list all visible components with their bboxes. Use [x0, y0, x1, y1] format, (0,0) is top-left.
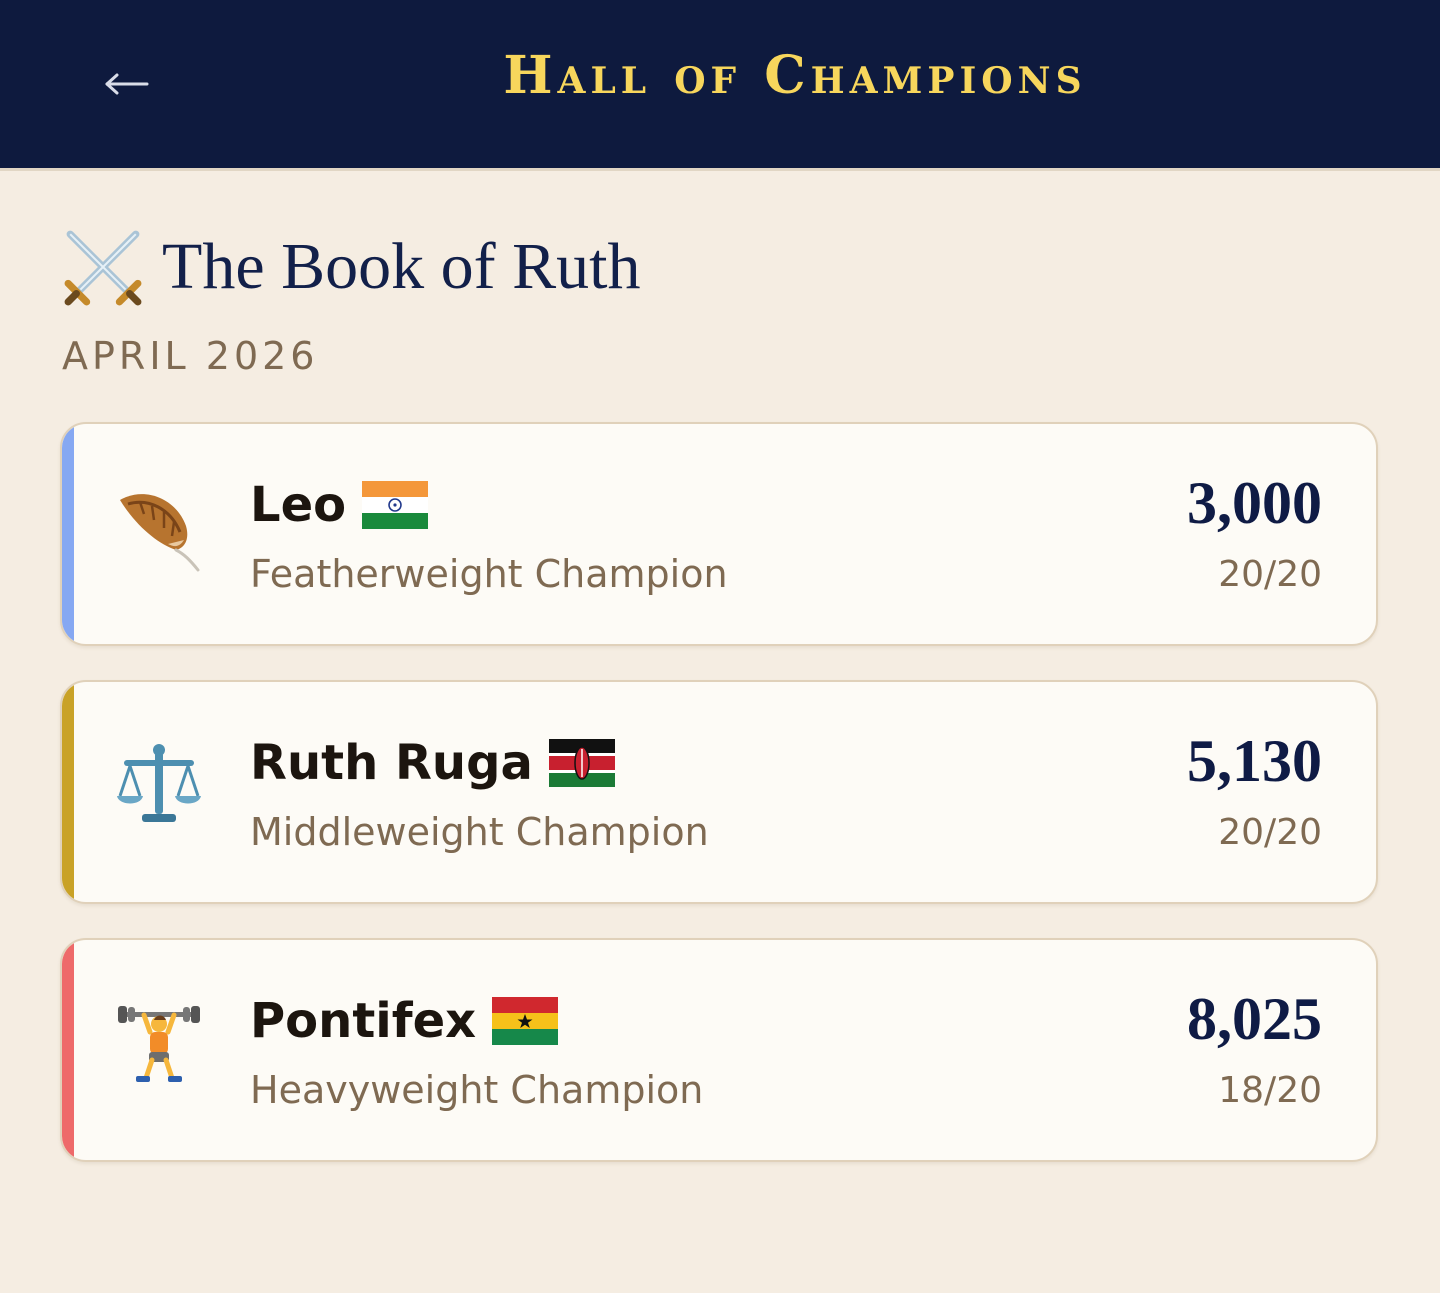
card-accent-bar: [62, 682, 74, 902]
balance-scale-icon: [117, 744, 201, 822]
champion-record: 18/20: [1218, 1070, 1322, 1111]
ghana-flag-icon: [492, 997, 559, 1045]
card-accent-bar: [62, 424, 74, 644]
champion-record: 20/20: [1218, 554, 1322, 595]
feather-icon: [120, 494, 200, 572]
champion-title: Featherweight Champion: [250, 552, 728, 596]
champion-name: Leo: [250, 477, 347, 533]
champion-score: 3,000: [1187, 470, 1322, 536]
champion-score: 5,130: [1187, 728, 1322, 794]
name-row: Leo: [250, 472, 429, 538]
crossed-swords-icon: [64, 230, 142, 306]
name-row: Pontifex: [250, 988, 559, 1054]
card-accent-bar: [62, 940, 74, 1160]
champion-name: Pontifex: [250, 993, 477, 1049]
group-title: The Book of Ruth: [162, 230, 641, 303]
champion-record: 20/20: [1218, 812, 1322, 853]
kenya-flag-icon: [548, 739, 615, 787]
weightlifter-icon: [118, 1006, 200, 1082]
champion-title: Middleweight Champion: [250, 810, 709, 854]
app-title: Hall of Champions: [503, 45, 1087, 106]
top-bar: Hall of Champions: [0, 0, 1440, 171]
champion-card[interactable]: Pontifex Heavyweight Champion 8,025 18/2…: [60, 938, 1378, 1162]
india-flag-icon: [362, 481, 429, 529]
champion-card[interactable]: Ruth Ruga Middleweight Champion 5,130 20…: [60, 680, 1378, 904]
period-label: APRIL 2026: [62, 334, 319, 378]
name-row: Ruth Ruga: [250, 730, 615, 796]
champion-card[interactable]: Leo Featherweight Champion 3,000 20/20: [60, 422, 1378, 646]
group-header: The Book of Ruth: [62, 226, 640, 308]
champion-name: Ruth Ruga: [250, 735, 533, 791]
champion-title: Heavyweight Champion: [250, 1068, 704, 1112]
champion-score: 8,025: [1187, 986, 1322, 1052]
